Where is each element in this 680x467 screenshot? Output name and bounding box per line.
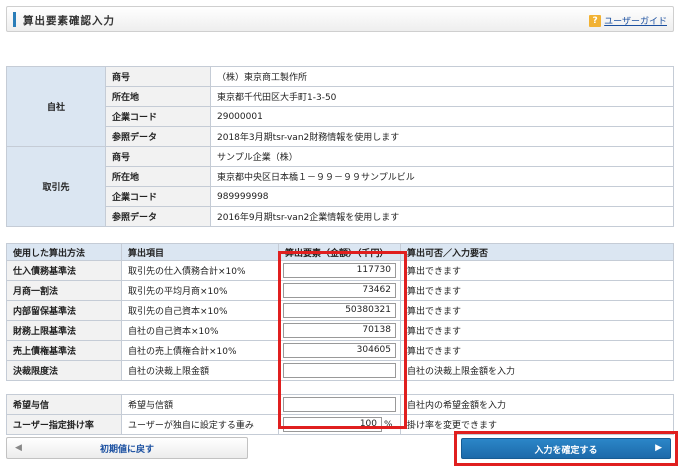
amount-input[interactable]: 304605 <box>283 343 396 358</box>
table-row: 取引先 商号 サンプル企業（株） <box>6 146 674 227</box>
table-row: 希望与信 希望与信額 自社内の希望金額を入力 <box>6 394 674 415</box>
self-value: 29000001 <box>210 106 674 127</box>
table-row: 自社 商号 （株）東京商工製作所 <box>6 66 674 147</box>
partner-value: サンプル企業（株） <box>210 146 674 167</box>
self-label: 参照データ <box>105 126 211 147</box>
table-row: 企業コード 989999998 <box>7 186 674 207</box>
result-text: 自社の決裁上限金額を入力 <box>400 360 674 381</box>
amount-input[interactable]: 70138 <box>283 323 396 338</box>
item-label: 取引先の平均月商×10% <box>121 280 279 301</box>
self-value: 2018年3月期tsr-van2財務情報を使用します <box>210 126 674 147</box>
user-guide-link[interactable]: ? ユーザーガイド <box>589 14 667 27</box>
self-label: 企業コード <box>105 106 211 127</box>
amount-input[interactable]: 73462 <box>283 283 396 298</box>
table-row: 月商一割法 取引先の平均月商×10% 73462 算出できます <box>6 280 674 301</box>
method-label: ユーザー指定掛け率 <box>6 414 122 435</box>
self-group-label: 自社 <box>6 66 106 147</box>
partner-value: 989999998 <box>210 186 674 207</box>
col-header-method: 使用した算出方法 <box>6 243 122 261</box>
method-label: 仕入債務基準法 <box>6 260 122 281</box>
partner-value: 東京都中央区日本橋１－９９－９９サンプルビル <box>210 166 674 187</box>
table-row: 所在地 東京都中央区日本橋１－９９－９９サンプルビル <box>7 166 674 187</box>
method-label: 財務上限基準法 <box>6 320 122 341</box>
item-label: 希望与信額 <box>121 394 279 415</box>
partner-label: 企業コード <box>105 186 211 207</box>
table-row: 売上債権基準法 自社の売上債権合計×10% 304605 算出できます <box>6 340 674 361</box>
table-row: 参照データ 2016年9月期tsr-van2企業情報を使用します <box>7 206 674 227</box>
self-label: 商号 <box>105 66 211 87</box>
method-label: 売上債権基準法 <box>6 340 122 361</box>
table-spacer <box>6 380 674 395</box>
confirm-button-highlight: 入力を確定する ▶ <box>454 431 678 466</box>
partner-value: 2016年9月期tsr-van2企業情報を使用します <box>210 206 674 227</box>
title-accent-bar <box>13 12 16 27</box>
table-row: 参照データ 2018年3月期tsr-van2財務情報を使用します <box>7 126 674 147</box>
table-row: 所在地 東京都千代田区大手町1-3-50 <box>7 86 674 107</box>
partner-group-label: 取引先 <box>6 146 106 227</box>
result-text: 算出できます <box>400 340 674 361</box>
table-row: 決裁限度法 自社の決裁上限金額 自社の決裁上限金額を入力 <box>6 360 674 381</box>
rate-input[interactable]: 100 <box>283 417 382 432</box>
result-text: 算出できます <box>400 280 674 301</box>
item-label: 取引先の仕入債務合計×10% <box>121 260 279 281</box>
partner-label: 参照データ <box>105 206 211 227</box>
page-title: 算出要素確認入力 <box>23 15 115 27</box>
col-header-result: 算出可否／入力要否 <box>400 243 674 261</box>
item-label: 自社の売上債権合計×10% <box>121 340 279 361</box>
desired-credit-input[interactable] <box>283 397 396 412</box>
col-header-item: 算出項目 <box>121 243 279 261</box>
result-text: 算出できます <box>400 260 674 281</box>
table-row: 財務上限基準法 自社の自己資本×10% 70138 算出できます <box>6 320 674 341</box>
table-row: 仕入債務基準法 取引先の仕入債務合計×10% 117730 算出できます <box>6 260 674 281</box>
self-value: （株）東京商工製作所 <box>210 66 674 87</box>
table-header-row: 使用した算出方法 算出項目 算出要素（金額）（千円） 算出可否／入力要否 <box>6 243 674 261</box>
method-label: 希望与信 <box>6 394 122 415</box>
col-header-value: 算出要素（金額）（千円） <box>278 243 401 261</box>
item-label: ユーザーが独自に設定する重み <box>121 414 279 435</box>
help-icon: ? <box>589 14 602 27</box>
amount-input[interactable]: 50380321 <box>283 303 396 318</box>
method-label: 月商一割法 <box>6 280 122 301</box>
table-row: 企業コード 29000001 <box>7 106 674 127</box>
confirm-button-label: 入力を確定する <box>534 446 598 456</box>
method-label: 内部留保基準法 <box>6 300 122 321</box>
partner-label: 商号 <box>105 146 211 167</box>
self-value: 東京都千代田区大手町1-3-50 <box>210 86 674 107</box>
confirm-button[interactable]: 入力を確定する ▶ <box>461 438 671 459</box>
self-label: 所在地 <box>105 86 211 107</box>
item-label: 自社の決裁上限金額 <box>121 360 279 381</box>
result-text: 算出できます <box>400 320 674 341</box>
reset-button-label: 初期値に戻す <box>99 445 154 455</box>
method-label: 決裁限度法 <box>6 360 122 381</box>
right-arrow-icon: ▶ <box>655 443 662 453</box>
result-text: 自社内の希望金額を入力 <box>400 394 674 415</box>
user-guide-label[interactable]: ユーザーガイド <box>604 14 667 27</box>
page-header: 算出要素確認入力 ? ユーザーガイド <box>6 6 674 32</box>
calc-table: 使用した算出方法 算出項目 算出要素（金額）（千円） 算出可否／入力要否 仕入債… <box>6 243 674 435</box>
company-info-table: 自社 商号 （株）東京商工製作所 所在地 東京都千代田区大手町1-3-50 企業… <box>6 66 674 227</box>
item-label: 取引先の自己資本×10% <box>121 300 279 321</box>
approval-limit-input[interactable] <box>283 363 396 378</box>
amount-input[interactable]: 117730 <box>283 263 396 278</box>
result-text: 算出できます <box>400 300 674 321</box>
partner-label: 所在地 <box>105 166 211 187</box>
reset-button[interactable]: ◀ 初期値に戻す <box>6 437 248 459</box>
table-row: 内部留保基準法 取引先の自己資本×10% 50380321 算出できます <box>6 300 674 321</box>
percent-unit: % <box>384 420 393 430</box>
item-label: 自社の自己資本×10% <box>121 320 279 341</box>
